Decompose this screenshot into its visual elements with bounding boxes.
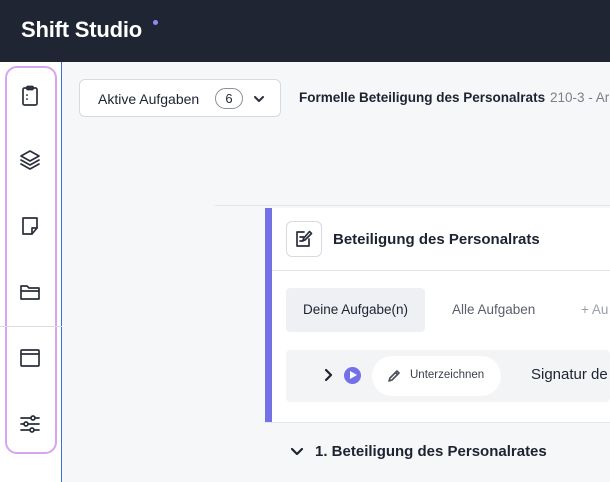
active-tasks-label: Aktive Aufgaben xyxy=(98,91,200,107)
clipboard-icon xyxy=(22,85,38,106)
sidebar-item-window[interactable] xyxy=(14,342,46,374)
section-header[interactable]: 1. Beteiligung des Personalrates xyxy=(265,422,610,482)
chevron-down-icon[interactable] xyxy=(289,443,305,459)
pen-icon xyxy=(388,370,400,382)
chevron-right-icon[interactable] xyxy=(320,367,336,383)
sliders-icon xyxy=(20,415,40,433)
window-icon xyxy=(20,349,40,367)
sidebar-highlight-frame xyxy=(5,66,57,454)
sidebar-item-files[interactable] xyxy=(14,276,46,308)
layers-icon xyxy=(20,150,40,170)
task-panel-header: Beteiligung des Personalrats xyxy=(272,208,610,271)
folder-icon xyxy=(20,285,40,300)
tab-my-tasks[interactable]: Deine Aufgabe(n) xyxy=(286,288,425,332)
task-tabs: Deine Aufgabe(n) Alle Aufgaben + Au xyxy=(286,288,610,332)
play-icon[interactable] xyxy=(344,367,361,384)
sidebar-item-notes[interactable] xyxy=(14,210,46,242)
tab-all-tasks[interactable]: Alle Aufgaben xyxy=(452,288,535,332)
sign-button[interactable]: Unterzeichnen xyxy=(372,356,501,396)
brand-dot-icon xyxy=(153,20,158,25)
edit-document-icon xyxy=(286,221,322,257)
tab-add-task[interactable]: + Au xyxy=(581,288,608,332)
active-tasks-count-badge: 6 xyxy=(215,88,243,109)
chevron-down-icon xyxy=(252,92,266,106)
sidebar-item-layers[interactable] xyxy=(14,144,46,176)
sidebar-item-settings[interactable] xyxy=(14,408,46,440)
task-row-title: Signatur de xyxy=(531,366,608,383)
task-panel-title: Beteiligung des Personalrats xyxy=(333,231,540,248)
sidebar-item-tasks[interactable] xyxy=(14,80,46,112)
top-bar: Shift Studio xyxy=(0,0,610,62)
section-title: 1. Beteiligung des Personalrates xyxy=(315,443,547,460)
sign-button-label: Unterzeichnen xyxy=(410,369,485,381)
breadcrumb-title[interactable]: Formelle Beteiligung des Personalrats xyxy=(299,90,545,105)
app-brand[interactable]: Shift Studio xyxy=(21,17,142,43)
active-tasks-dropdown[interactable]: Aktive Aufgaben 6 xyxy=(79,79,281,117)
sidebar xyxy=(0,62,62,482)
sidebar-divider xyxy=(0,326,62,327)
main-content: Aktive Aufgaben 6 Formelle Beteiligung d… xyxy=(63,62,610,482)
task-row[interactable]: Unterzeichnen Signatur de xyxy=(286,350,610,402)
content-divider xyxy=(215,205,610,206)
sticky-note-icon xyxy=(22,217,38,235)
breadcrumb-subtitle: 210-3 - Ar xyxy=(550,90,610,105)
